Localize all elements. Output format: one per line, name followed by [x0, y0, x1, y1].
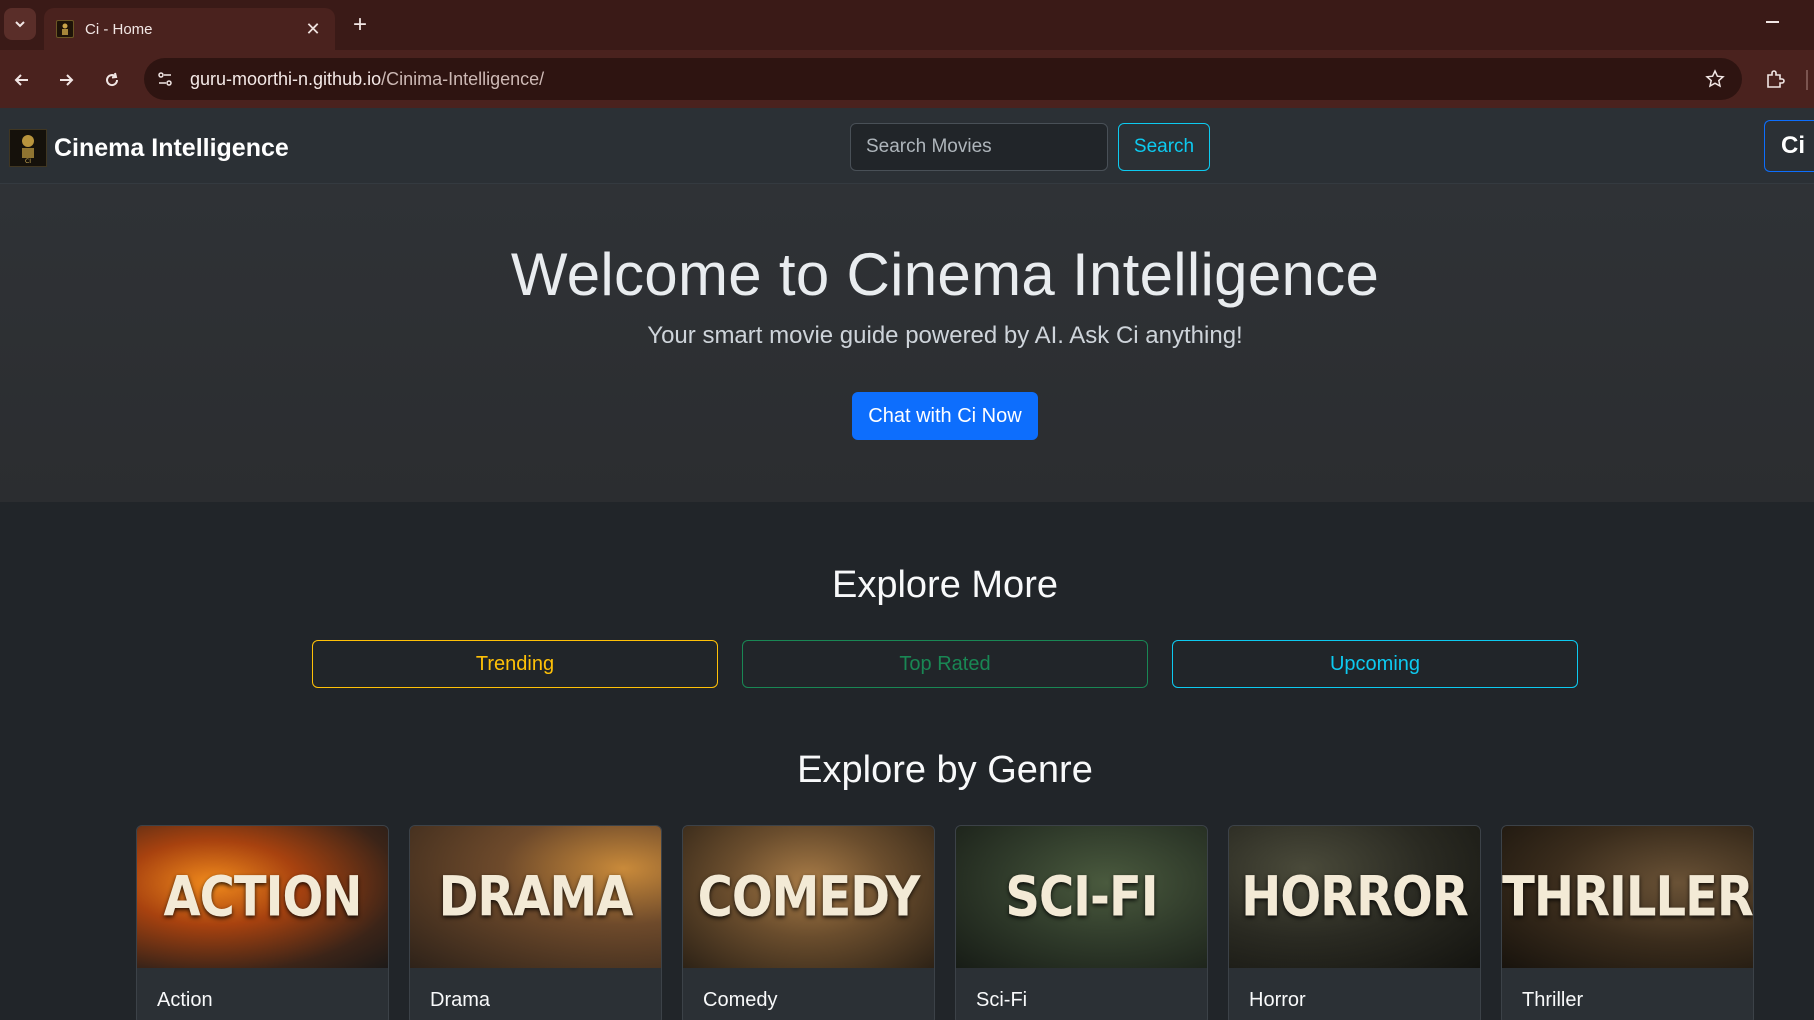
address-bar[interactable]: guru-moorthi-n.github.io/Cinima-Intellig… — [144, 58, 1742, 100]
site-info-icon[interactable] — [154, 68, 176, 90]
genre-card-label: Horror — [1249, 989, 1306, 1011]
hero-subtitle: Your smart movie guide powered by AI. As… — [647, 322, 1243, 349]
genre-image-title: SCI-FI — [1005, 864, 1158, 930]
bookmark-star-icon[interactable] — [1704, 68, 1726, 90]
site-favicon-icon — [56, 20, 74, 38]
chevron-down-icon — [15, 21, 25, 28]
genre-image-title: HORROR — [1241, 864, 1469, 930]
hero-title: Welcome to Cinema Intelligence — [510, 241, 1380, 308]
genre-image-drama: DRAMA — [410, 826, 661, 968]
genre-image-action: ACTION — [137, 826, 388, 968]
genre-image-title: ACTION — [163, 864, 363, 930]
arrow-right-icon — [60, 74, 74, 86]
browser-toolbar: guru-moorthi-n.github.io/Cinima-Intellig… — [0, 50, 1814, 108]
tab-title: Ci - Home — [85, 20, 153, 38]
hero-section: Welcome to Cinema Intelligence Your smar… — [0, 184, 1814, 502]
minimize-icon — [1765, 21, 1779, 23]
forward-button[interactable] — [52, 66, 80, 94]
genre-image-title: COMEDY — [697, 864, 921, 930]
genre-image-comedy: COMEDY — [683, 826, 934, 968]
genre-card-horror[interactable]: HORROR Horror — [1228, 825, 1481, 1020]
genre-card-comedy[interactable]: COMEDY Comedy — [682, 825, 935, 1020]
genre-card-label: Action — [157, 989, 213, 1011]
url-host: guru-moorthi-n.github.io — [190, 69, 382, 89]
window-minimize-button[interactable] — [1762, 10, 1782, 34]
brand-link[interactable]: CI Cinema Intelligence — [9, 129, 289, 167]
genre-card-scifi[interactable]: SCI-FI Sci-Fi — [955, 825, 1208, 1020]
genre-card-label: Thriller — [1522, 989, 1584, 1011]
upcoming-button[interactable]: Upcoming — [1172, 640, 1578, 688]
brand-name: Cinema Intelligence — [54, 133, 289, 162]
ci-chat-button[interactable]: Ci — [1764, 120, 1814, 172]
address-bar-url: guru-moorthi-n.github.io/Cinima-Intellig… — [190, 69, 544, 90]
genre-card-action[interactable]: ACTION Action — [136, 825, 389, 1020]
top-rated-button[interactable]: Top Rated — [742, 640, 1148, 688]
chat-with-ci-button[interactable]: Chat with Ci Now — [852, 392, 1038, 440]
reload-button[interactable] — [98, 66, 126, 94]
genre-image-title: DRAMA — [438, 864, 634, 930]
genre-image-thriller: THRILLER — [1502, 826, 1753, 968]
explore-by-genre-title: Explore by Genre — [797, 749, 1093, 791]
new-tab-button[interactable]: + — [348, 10, 372, 40]
genre-card-thriller[interactable]: THRILLER Thriller — [1501, 825, 1754, 1020]
explore-more-title: Explore More — [832, 564, 1058, 606]
genre-card-label: Comedy — [703, 989, 778, 1011]
svg-text:CI: CI — [25, 158, 31, 165]
genre-card-label: Sci-Fi — [976, 989, 1028, 1011]
toolbar-divider — [1806, 70, 1808, 90]
brand-logo-icon: CI — [9, 129, 47, 167]
tab-close-icon[interactable]: ✕ — [303, 19, 323, 40]
browser-tab-active[interactable]: Ci - Home ✕ — [44, 8, 335, 50]
reload-icon — [106, 72, 119, 87]
genre-card-label: Drama — [430, 989, 491, 1011]
arrow-left-icon — [14, 74, 28, 86]
extensions-puzzle-icon[interactable] — [1762, 66, 1788, 92]
genre-card-row: ACTION Action DRAMA Drama COMEDY Comedy … — [0, 825, 1814, 1020]
site-navbar: CI Cinema Intelligence Search Ci — [0, 108, 1814, 184]
genre-image-horror: HORROR — [1229, 826, 1480, 968]
search-button[interactable]: Search — [1118, 123, 1210, 171]
genre-image-scifi: SCI-FI — [956, 826, 1207, 968]
genre-card-drama[interactable]: DRAMA Drama — [409, 825, 662, 1020]
tab-search-button[interactable] — [4, 8, 36, 40]
trending-button[interactable]: Trending — [312, 640, 718, 688]
genre-image-title: THRILLER — [1502, 864, 1753, 930]
search-movies-input[interactable] — [850, 123, 1108, 171]
back-button[interactable] — [8, 66, 36, 94]
browser-tab-strip: Ci - Home ✕ + — [0, 0, 1814, 50]
url-path: /Cinima-Intelligence/ — [381, 69, 545, 89]
